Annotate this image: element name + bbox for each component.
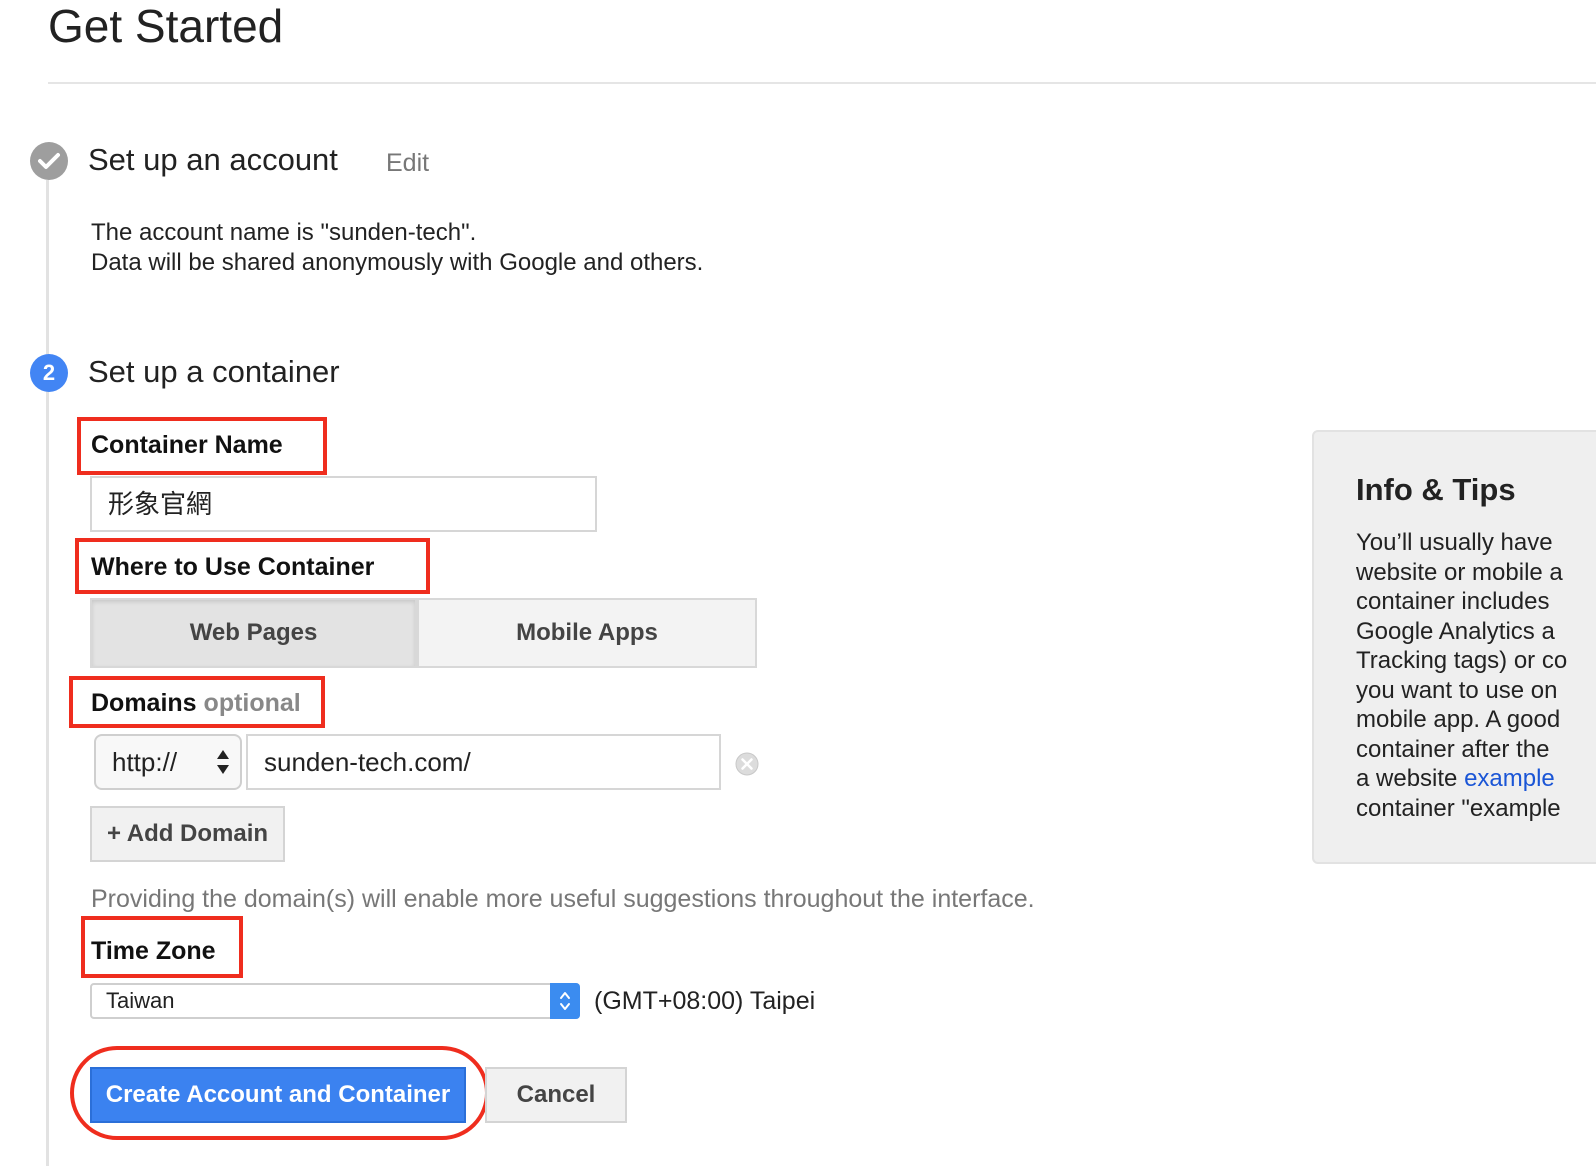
- time-zone-country-select[interactable]: Taiwan: [90, 983, 580, 1019]
- domains-label-text: Domains: [91, 689, 197, 717]
- step-1-title: Set up an account: [88, 142, 338, 177]
- up-down-arrows-icon: [217, 750, 229, 774]
- info-tips-line: Tracking tags) or co: [1356, 647, 1568, 674]
- domain-input[interactable]: sunden-tech.com/: [246, 734, 721, 790]
- where-to-use-label: Where to Use Container: [91, 553, 375, 581]
- page-title: Get Started: [48, 0, 284, 52]
- time-zone-readout: (GMT+08:00) Taipei: [594, 987, 816, 1015]
- step-connector-line: [46, 180, 49, 1166]
- mobile-apps-option[interactable]: Mobile Apps: [417, 598, 757, 668]
- edit-account-link[interactable]: Edit: [386, 148, 429, 178]
- protocol-value: http://: [112, 747, 178, 777]
- info-tips-line: a website example: [1356, 764, 1596, 794]
- step-1-complete-badge: [30, 142, 68, 180]
- step-2-badge: 2: [30, 354, 68, 392]
- info-tips-line: you want to use on: [1356, 676, 1558, 704]
- remove-circle-icon[interactable]: [735, 752, 759, 776]
- title-divider: [48, 82, 1596, 84]
- add-domain-button[interactable]: + Add Domain: [90, 806, 285, 862]
- container-name-input[interactable]: 形象官網: [90, 476, 597, 532]
- web-pages-option[interactable]: Web Pages: [90, 598, 417, 668]
- info-tips-line: Google Analytics a: [1356, 617, 1555, 645]
- info-tips-panel: Info & Tips You’ll usually have website …: [1312, 430, 1596, 864]
- info-tips-line: container after the: [1356, 735, 1550, 763]
- cancel-button[interactable]: Cancel: [485, 1067, 627, 1123]
- info-tips-title: Info & Tips: [1356, 472, 1516, 507]
- info-tips-line: container "example: [1356, 794, 1561, 822]
- info-tips-line: website or mobile a: [1356, 558, 1563, 586]
- info-tips-line: mobile app. A good: [1356, 706, 1561, 733]
- check-icon: [38, 153, 60, 169]
- create-account-and-container-button[interactable]: Create Account and Container: [90, 1067, 466, 1123]
- example-link[interactable]: example: [1464, 765, 1555, 792]
- step-2-title: Set up a container: [88, 354, 340, 389]
- info-tips-body: You’ll usually have website or mobile a …: [1356, 528, 1596, 823]
- info-tips-line-text: a website: [1356, 765, 1465, 792]
- info-tips-line: container includes: [1356, 588, 1550, 615]
- stepper-arrows-icon: [550, 983, 580, 1019]
- time-zone-country-value: Taiwan: [106, 988, 175, 1013]
- domains-label: Domains optional: [91, 688, 301, 718]
- domains-hint-text: Providing the domain(s) will enable more…: [91, 885, 1035, 913]
- container-name-label: Container Name: [91, 431, 283, 459]
- optional-tag: optional: [203, 689, 301, 717]
- account-name-text: The account name is "sunden-tech".: [91, 219, 477, 246]
- data-sharing-text: Data will be shared anonymously with Goo…: [91, 249, 704, 276]
- protocol-select[interactable]: http://: [94, 734, 242, 790]
- info-tips-line: You’ll usually have: [1356, 529, 1553, 556]
- time-zone-label: Time Zone: [91, 937, 216, 965]
